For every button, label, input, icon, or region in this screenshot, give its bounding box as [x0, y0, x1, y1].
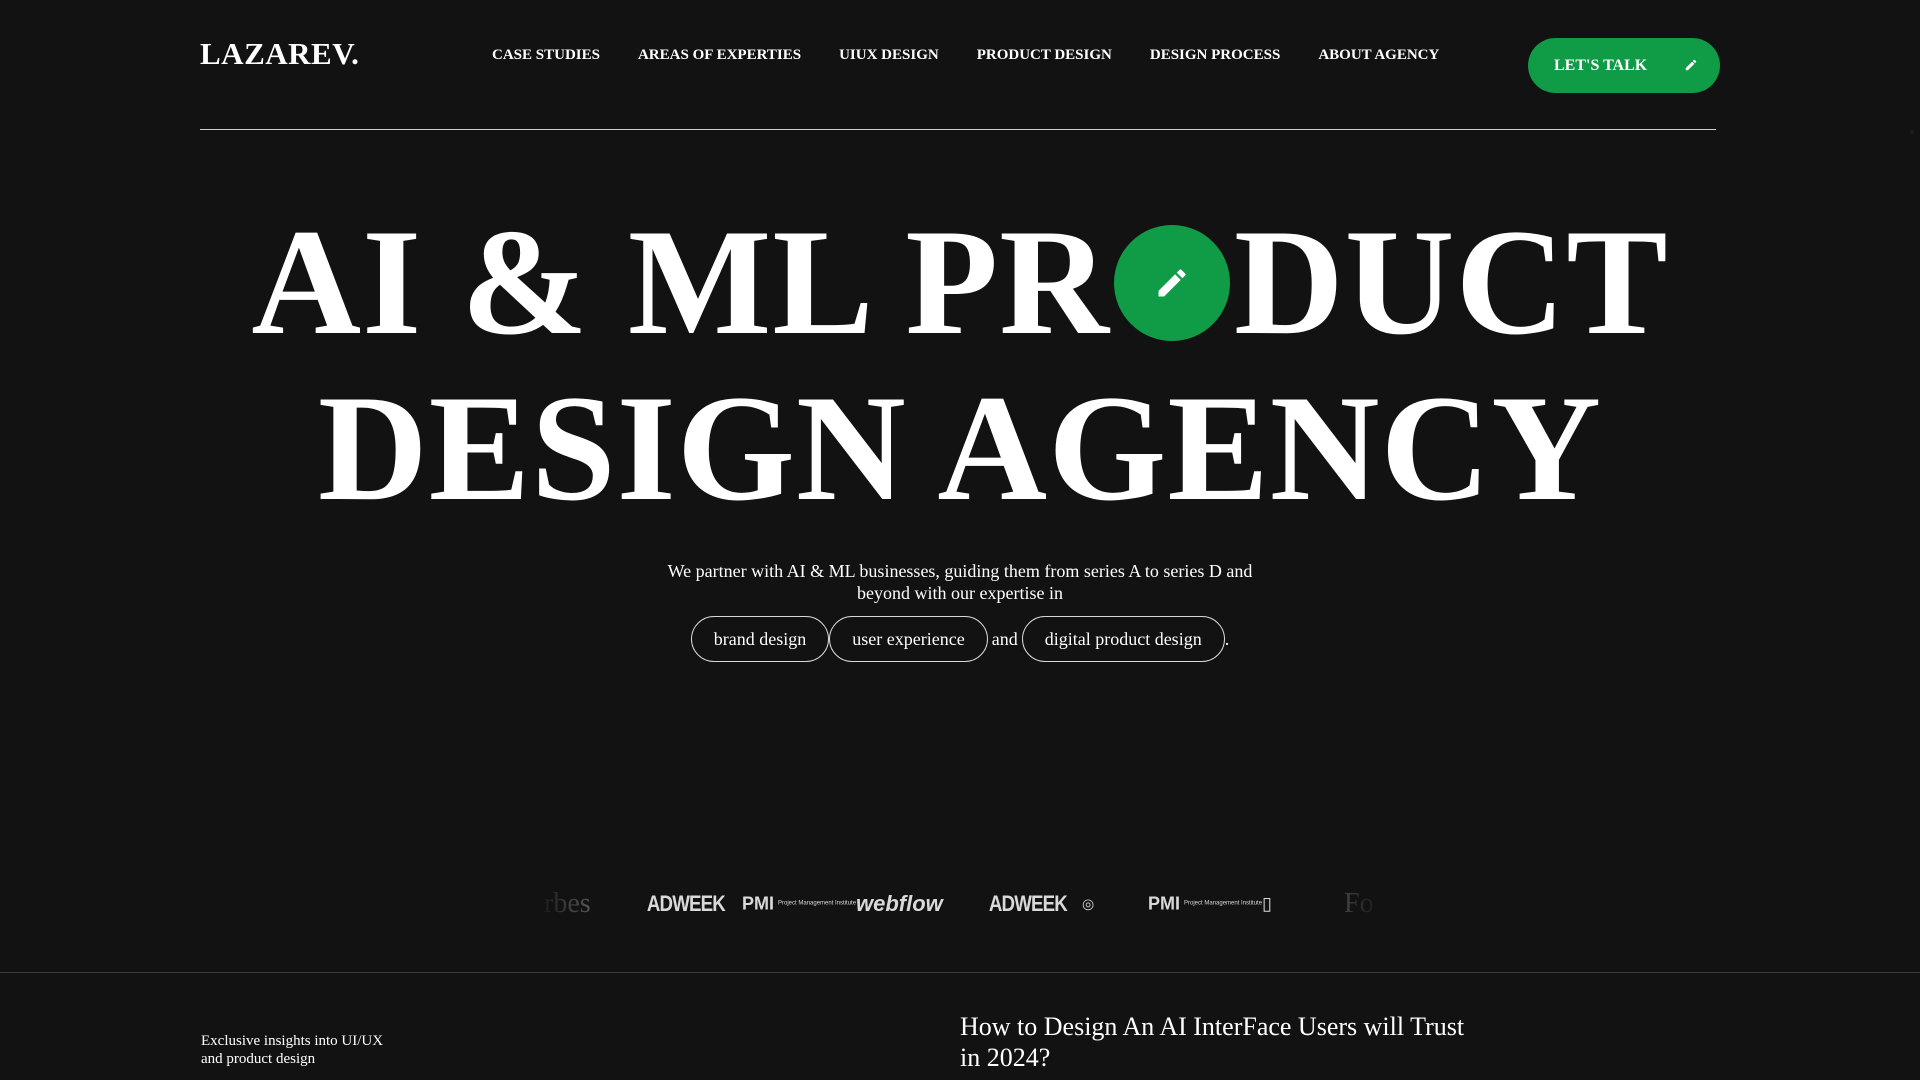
main-nav: CASE STUDIES AREAS OF EXPERTIES UIUX DES…: [492, 47, 1477, 64]
insights-label: Exclusive insights into UI/UX and produc…: [201, 1033, 384, 1067]
pmi-logo-mark: PMI: [742, 893, 775, 914]
adweek-logo: ADWEEK: [988, 891, 1068, 916]
press-logos-strip: rbes ADWEEK PMI Project Management Insti…: [536, 880, 1382, 928]
lets-talk-label: LET'S TALK: [1554, 56, 1648, 74]
pencil-icon: [1685, 59, 1697, 71]
adweek-logo: ADWEEK: [646, 891, 726, 916]
hero-title-part1: AI & ML PR: [251, 198, 1110, 366]
hero-title-part2: DUCT: [1233, 198, 1669, 366]
nav-item-areas-of-experties[interactable]: AREAS OF EXPERTIES: [638, 47, 801, 64]
hero-o-circle[interactable]: [1113, 225, 1230, 341]
hero-subtitle: We partner with AI & ML businesses, guid…: [667, 561, 1253, 603]
pmi-logo: PMI Project Management Institute: [1148, 893, 1263, 915]
expertise-chips: brand design user experience and digital…: [0, 616, 1920, 662]
pencil-icon: [1158, 269, 1186, 297]
chip-digital-product-design[interactable]: digital product design: [1021, 616, 1225, 662]
pmi-logo: PMI Project Management Institute: [742, 893, 857, 915]
pmi-logo-text: Project Management Institute: [778, 900, 857, 907]
header-divider: [200, 129, 1716, 130]
globe-logo: ◎: [1082, 895, 1095, 912]
chip-joiner: and: [991, 628, 1018, 649]
award-logo: ▯: [1262, 893, 1272, 914]
chip-user-experience[interactable]: user experience: [829, 616, 988, 662]
hero-title-line2: DESIGN AGENCY: [317, 364, 1603, 532]
section-divider: [0, 972, 1920, 973]
chip-end-punctuation: .: [1224, 628, 1230, 649]
hero-title-line1: AI & ML PR DUCT: [0, 206, 1920, 358]
pmi-logo-mark: PMI: [1148, 893, 1181, 914]
nav-item-design-process[interactable]: DESIGN PROCESS: [1150, 47, 1280, 64]
lets-talk-button[interactable]: LET'S TALK: [1528, 38, 1720, 93]
nav-item-case-studies[interactable]: CASE STUDIES: [492, 47, 600, 64]
chip-brand-design[interactable]: brand design: [690, 616, 830, 662]
nav-item-product-design[interactable]: PRODUCT DESIGN: [977, 47, 1112, 64]
page: LAZAREV. CASE STUDIES AREAS OF EXPERTIES…: [0, 0, 1920, 1080]
article-title-link[interactable]: How to Design An AI InterFace Users will…: [960, 1011, 1480, 1073]
pmi-logo-text: Project Management Institute: [1184, 900, 1263, 907]
logos-fade-left: [536, 880, 616, 928]
brand-logo[interactable]: LAZAREV.: [200, 36, 359, 72]
nav-item-uiux-design[interactable]: UIUX DESIGN: [839, 47, 939, 64]
logos-fade-right: [1302, 880, 1382, 928]
webflow-logo: webflow: [856, 891, 943, 916]
scrollbar-thumb[interactable]: [1910, 130, 1914, 134]
nav-item-about-agency[interactable]: ABOUT AGENCY: [1318, 47, 1439, 64]
